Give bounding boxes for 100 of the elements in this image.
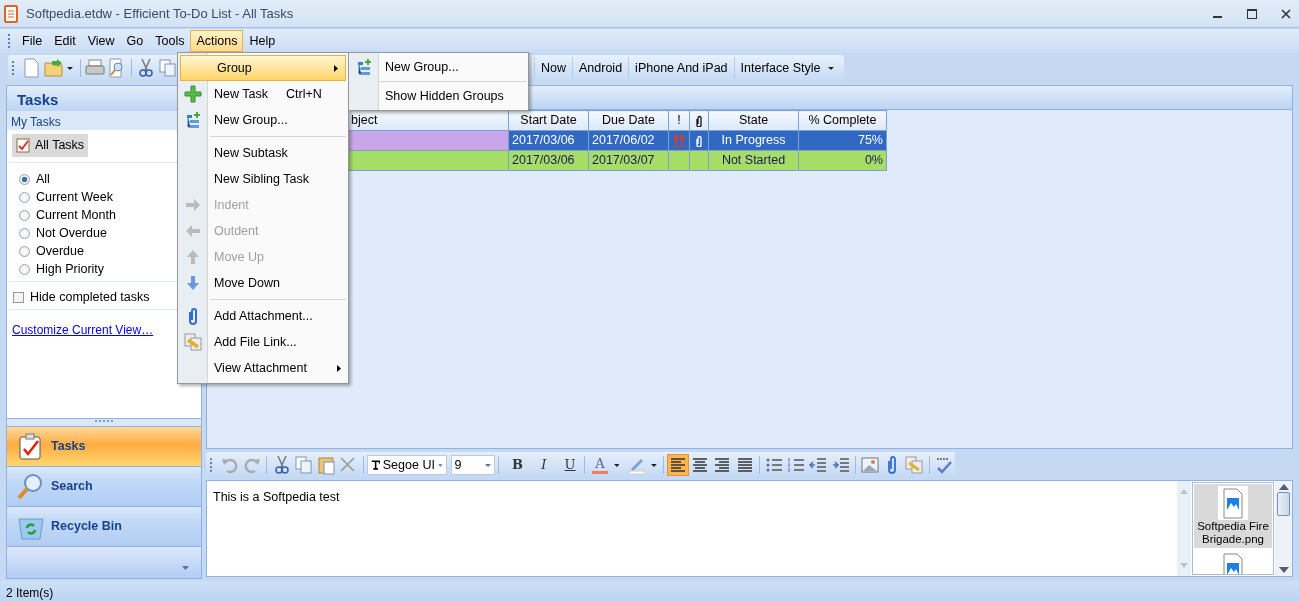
- caret-icon[interactable]: [650, 463, 657, 467]
- editor-text: This is a Softpedia test: [212, 489, 341, 506]
- caret-icon: [828, 66, 835, 70]
- magnifier-icon: [17, 472, 45, 501]
- print-icon[interactable]: [85, 58, 105, 78]
- paperclip-icon: [695, 134, 703, 147]
- menu-item[interactable]: Tools: [149, 30, 191, 52]
- numbered-list-icon[interactable]: [786, 455, 807, 475]
- splitter-grip[interactable]: [94, 419, 114, 423]
- radio-label[interactable]: Current Month: [36, 205, 116, 225]
- grip-handle: [12, 60, 15, 76]
- hierarchy-icon: [355, 58, 373, 76]
- toolbar-button[interactable]: Android: [572, 57, 629, 79]
- maximize-icon[interactable]: [1247, 8, 1257, 19]
- nav-button[interactable]: Recycle Bin: [7, 506, 201, 546]
- caret-icon[interactable]: [613, 463, 620, 467]
- radio-label[interactable]: Not Overdue: [36, 223, 107, 243]
- image-icon[interactable]: [859, 455, 880, 475]
- format-button[interactable]: B: [506, 455, 529, 475]
- checkbox[interactable]: [13, 291, 24, 303]
- app-icon: [4, 4, 18, 23]
- attachment-item[interactable]: Softpedia Fire Brigade.png: [1194, 484, 1272, 548]
- toolbar-button[interactable]: Interface Style: [733, 57, 845, 79]
- column-header[interactable]: !: [668, 110, 690, 131]
- plus-icon: [184, 85, 202, 103]
- paperclip-icon: [695, 114, 703, 127]
- caret-icon: [485, 463, 492, 467]
- menu-item[interactable]: New Subtask: [178, 140, 348, 166]
- radio-button[interactable]: [19, 245, 30, 257]
- menu-item[interactable]: Actions: [190, 30, 244, 52]
- radio-button[interactable]: [19, 191, 30, 203]
- menu-item[interactable]: Add Attachment...: [178, 303, 348, 329]
- clipboard-check-icon: [16, 137, 30, 154]
- status-text: 2 Item(s): [6, 586, 54, 600]
- menu-item[interactable]: Add File Link...: [178, 329, 348, 355]
- menu-item[interactable]: Group: [180, 55, 346, 81]
- radio-label[interactable]: Overdue: [36, 241, 84, 261]
- toolbar-button[interactable]: iPhone And iPad: [628, 57, 734, 79]
- radio-label[interactable]: High Priority: [36, 259, 105, 279]
- submenu-arrow-icon: [334, 64, 338, 72]
- view-button[interactable]: All Tasks: [12, 134, 89, 157]
- hierarchy-icon: [184, 111, 202, 129]
- scroll-thumb[interactable]: [1277, 491, 1290, 516]
- menu-item[interactable]: Help: [243, 30, 282, 52]
- grip-handle: [210, 457, 213, 473]
- menu-item[interactable]: View: [81, 30, 121, 52]
- increase-indent-icon[interactable]: [830, 455, 851, 475]
- new-document-icon[interactable]: [22, 58, 42, 78]
- nav-button[interactable]: Tasks: [7, 426, 201, 466]
- down-arrow-icon: [1180, 563, 1188, 568]
- radio-button[interactable]: [19, 227, 30, 239]
- radio-label[interactable]: All: [36, 169, 50, 189]
- up-arrow-icon: [184, 248, 202, 266]
- up-arrow-icon: [1278, 484, 1289, 490]
- link-icon[interactable]: [904, 455, 925, 475]
- column-header[interactable]: Due Date: [588, 110, 669, 131]
- column-header[interactable]: State: [708, 110, 799, 131]
- scrollbar[interactable]: [1177, 481, 1191, 576]
- exclamation-icon: [673, 133, 685, 148]
- image-file-icon: [1218, 486, 1248, 520]
- radio-button[interactable]: [19, 173, 30, 185]
- link-icon: [184, 333, 202, 351]
- copy-icon[interactable]: [158, 58, 178, 78]
- menu-item[interactable]: New Group...: [349, 55, 528, 79]
- decrease-indent-icon[interactable]: [808, 455, 829, 475]
- paste-icon[interactable]: [316, 455, 337, 475]
- radio-button[interactable]: [19, 209, 30, 221]
- right-arrow-icon: [184, 196, 202, 214]
- menu-item[interactable]: Move Down: [178, 270, 348, 296]
- toolbar-button[interactable]: Now: [534, 57, 572, 79]
- submenu-arrow-icon: [337, 364, 341, 372]
- copy-icon[interactable]: [293, 455, 314, 475]
- align-left-button[interactable]: [666, 454, 689, 476]
- caret-icon: [437, 463, 443, 467]
- grip-handle: [8, 33, 11, 49]
- customize-link[interactable]: Customize Current View…: [7, 313, 154, 340]
- radio-label[interactable]: Current Week: [36, 187, 113, 207]
- format-button[interactable]: U: [558, 455, 582, 475]
- menu-item[interactable]: Show Hidden Groups: [349, 84, 528, 108]
- menu-item[interactable]: Edit: [48, 30, 82, 52]
- font-select[interactable]: Segoe UI: [366, 455, 447, 475]
- close-icon[interactable]: [1281, 8, 1291, 19]
- menu-item[interactable]: Go: [120, 30, 150, 52]
- font-size-select[interactable]: 9: [450, 455, 496, 475]
- column-header[interactable]: Start Date: [508, 110, 589, 131]
- file-name: Softpedia Fire Brigade.png: [1196, 520, 1270, 546]
- scrollbar[interactable]: [1275, 481, 1292, 576]
- menu-item[interactable]: New Sibling Task: [178, 166, 348, 192]
- font-color-button[interactable]: A: [592, 456, 608, 474]
- menu-item[interactable]: File: [16, 30, 49, 52]
- cut-icon[interactable]: [136, 58, 156, 78]
- window-title: Softpedia.etdw - Efficient To-Do List - All Tasks: [26, 4, 294, 23]
- radio-button[interactable]: [19, 263, 30, 275]
- caret-icon[interactable]: [67, 66, 73, 70]
- nav-button[interactable]: Search: [7, 466, 201, 506]
- menu-item[interactable]: View Attachment: [178, 355, 348, 381]
- format-button[interactable]: I: [532, 455, 555, 475]
- down-arrow-icon: [1278, 567, 1289, 573]
- column-header[interactable]: % Complete: [798, 110, 887, 131]
- checkbox-label[interactable]: Hide completed tasks: [30, 287, 150, 307]
